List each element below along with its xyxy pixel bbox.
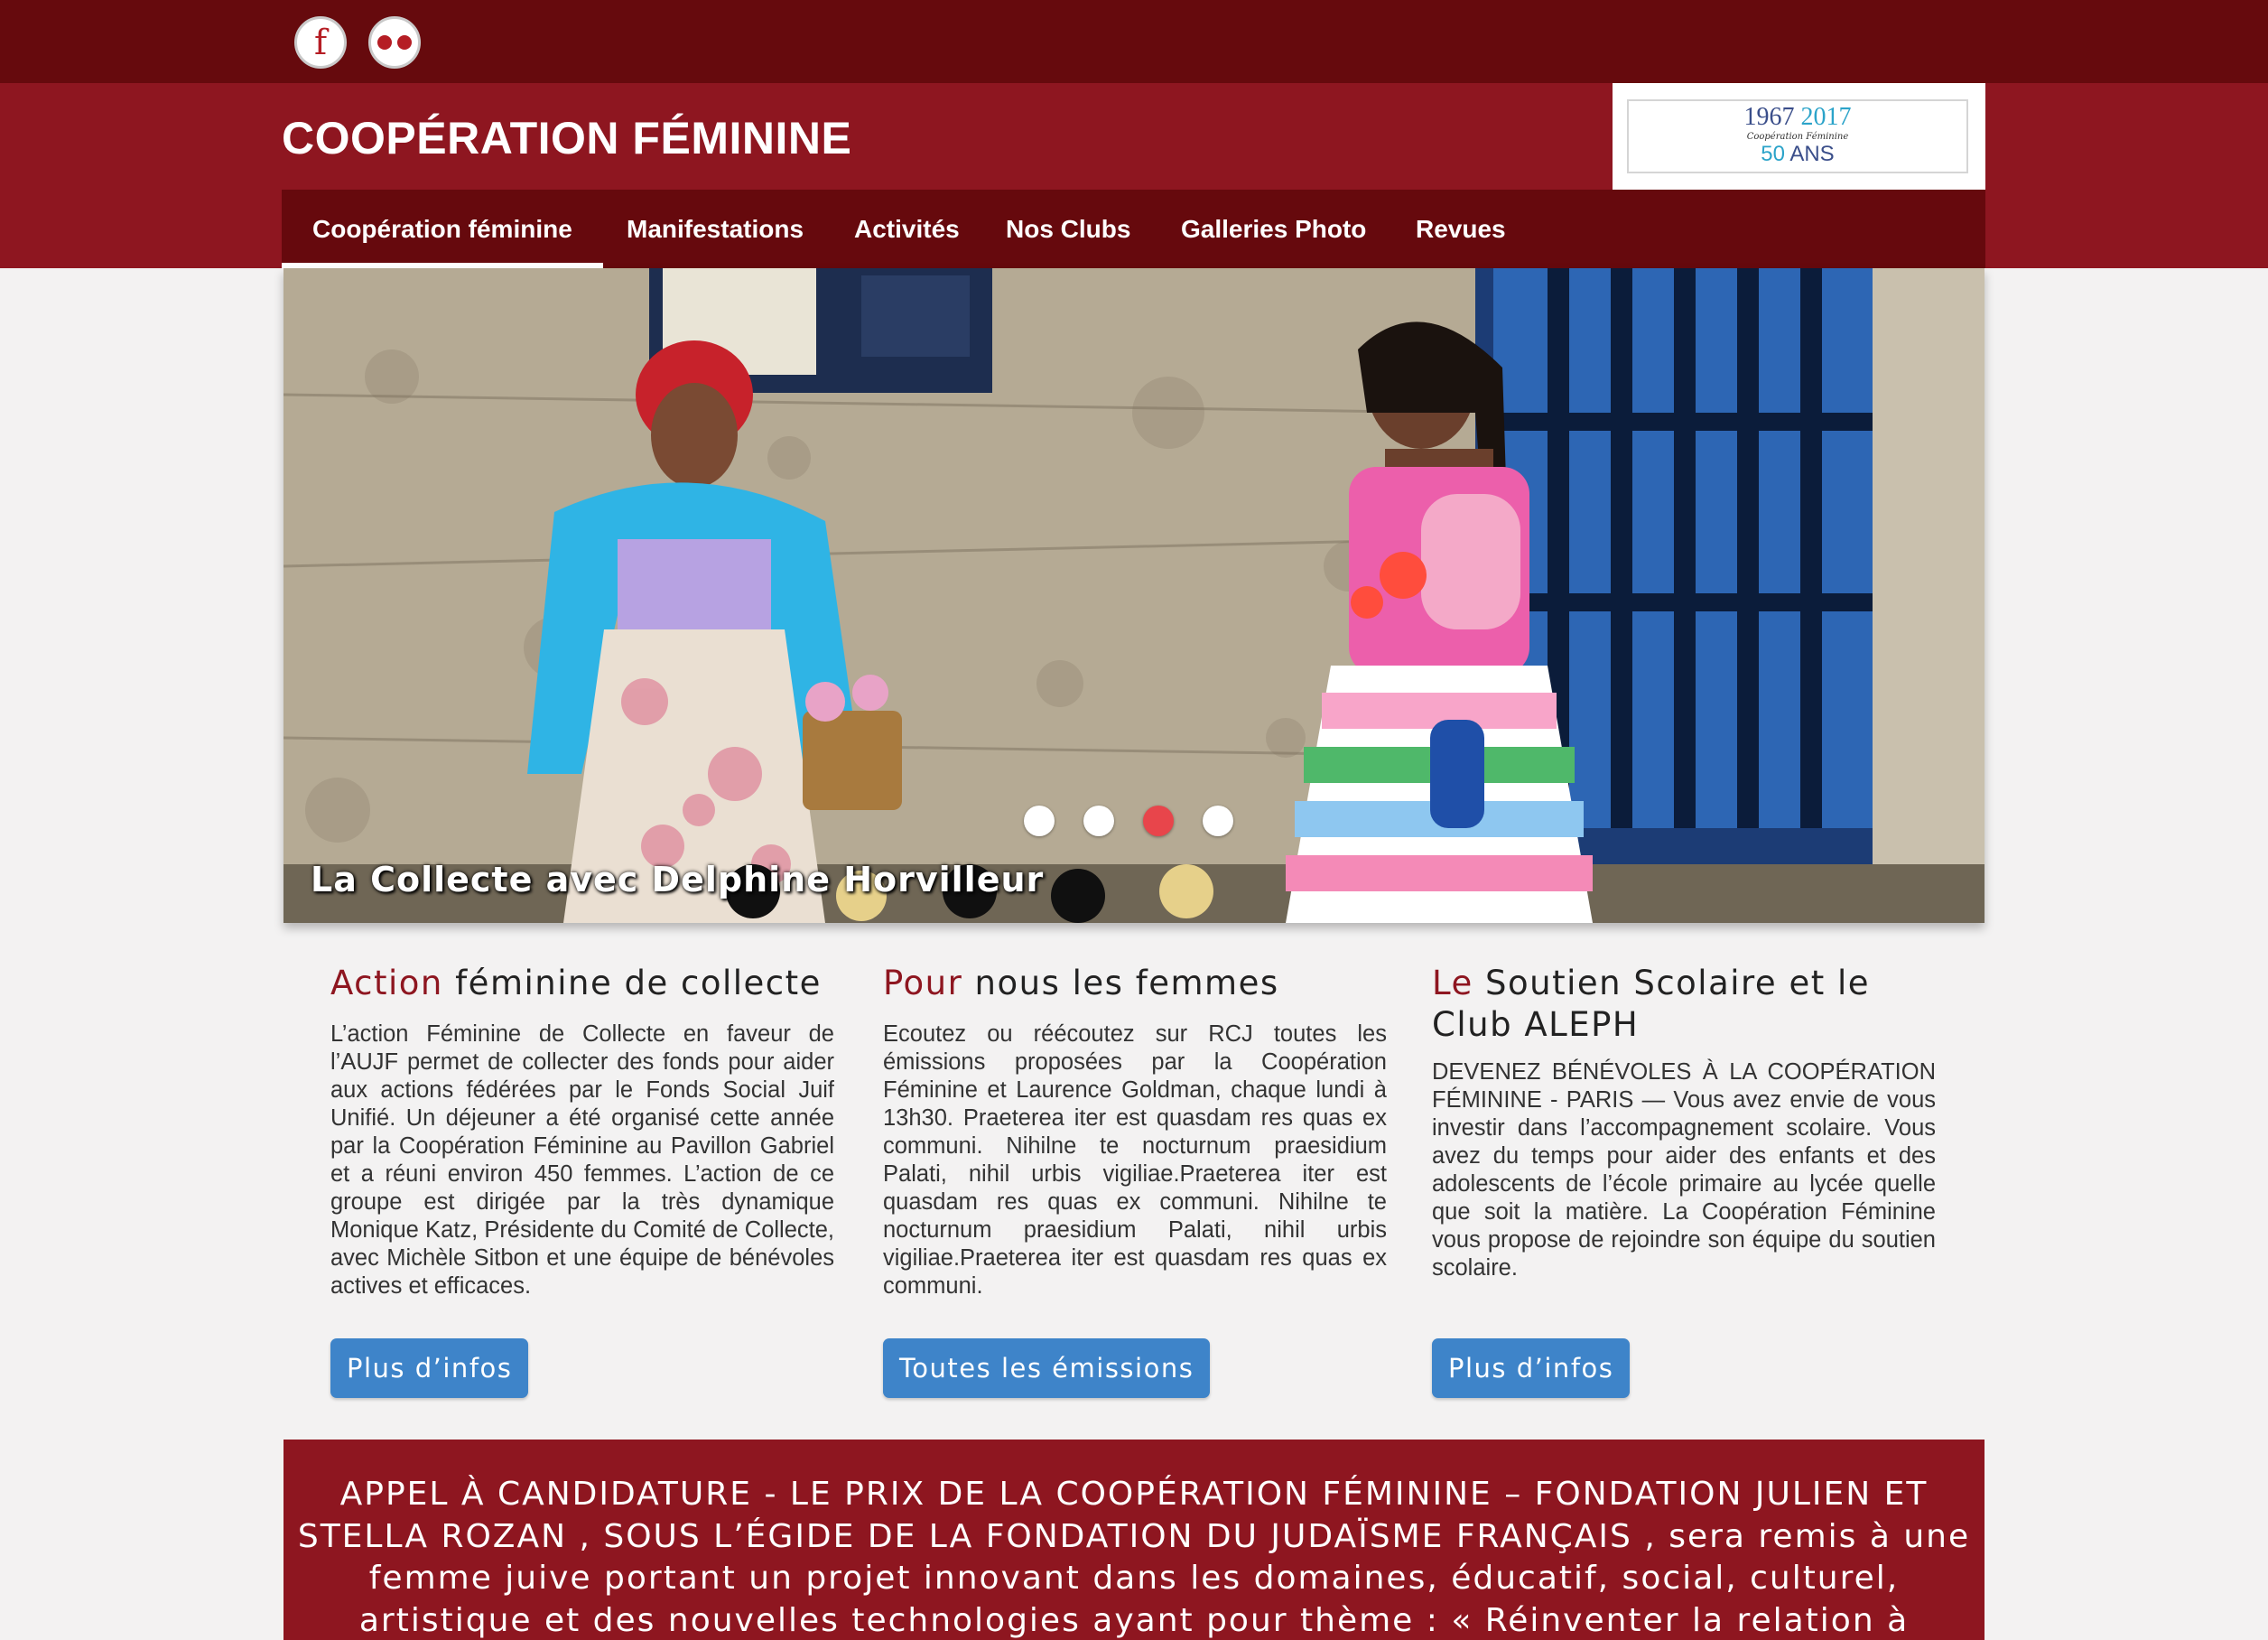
announcement-text: APPEL À CANDIDATURE - LE PRIX DE LA COOP… xyxy=(297,1476,1971,1639)
flickr-dot-right xyxy=(397,35,412,50)
column-title-rest: nous les femmes xyxy=(962,964,1279,1002)
hero-slider[interactable]: La Collecte avec Delphine Horvilleur xyxy=(284,268,1984,923)
announcement-banner: APPEL À CANDIDATURE - LE PRIX DE LA COOP… xyxy=(284,1440,1984,1640)
column-title: Pour nous les femmes xyxy=(883,963,1387,1004)
column-title: Le Soutien Scolaire et le Club ALEPH xyxy=(1432,963,1936,1046)
nav-item-cooperation-feminine[interactable]: Coopération féminine xyxy=(282,190,603,268)
facebook-icon[interactable]: f xyxy=(294,16,347,69)
column-title-accent: Action xyxy=(330,964,443,1002)
column-title-accent: Le xyxy=(1432,964,1473,1002)
plus-infos-button-1[interactable]: Plus d’infos xyxy=(330,1338,529,1398)
plus-infos-button-3[interactable]: Plus d’infos xyxy=(1432,1338,1631,1398)
flickr-dot-left xyxy=(377,35,392,50)
logo-year-start: 1967 xyxy=(1743,103,1795,131)
column-body: Ecoutez ou réécoutez sur RCJ toutes les … xyxy=(883,1021,1387,1299)
logo-year-end: 2017 xyxy=(1800,103,1852,131)
slide-caption[interactable]: La Collecte avec Delphine Horvilleur xyxy=(311,860,1044,899)
nav-item-manifestations[interactable]: Manifestations xyxy=(627,190,804,268)
column-title-rest: Soutien Scolaire et le Club ALEPH xyxy=(1432,964,1871,1044)
logo-anniversary: 50 ANS xyxy=(1629,143,1966,166)
toutes-les-emissions-button[interactable]: Toutes les émissions xyxy=(883,1338,1211,1398)
slider-dot-4[interactable] xyxy=(1203,806,1233,836)
slider-dot-2[interactable] xyxy=(1083,806,1114,836)
column-title-accent: Pour xyxy=(883,964,963,1002)
column-body: L’action Féminine de Collecte en faveur … xyxy=(330,1021,834,1299)
logo-frame: 1967 2017 Coopération Féminine 50 ANS xyxy=(1627,99,1968,173)
column-soutien-scolaire: Le Soutien Scolaire et le Club ALEPH DEV… xyxy=(1432,963,1936,1282)
column-action-feminine: Action féminine de collecte L’action Fém… xyxy=(330,963,834,1300)
column-title-rest: féminine de collecte xyxy=(442,964,822,1002)
logo-anniversary-number: 50 xyxy=(1761,142,1785,166)
nav-item-galleries-photo[interactable]: Galleries Photo xyxy=(1181,190,1366,268)
nav-item-activites[interactable]: Activités xyxy=(854,190,960,268)
nav-item-revues[interactable]: Revues xyxy=(1416,190,1506,268)
slider-dot-3-active[interactable] xyxy=(1143,806,1174,836)
column-title: Action féminine de collecte xyxy=(330,963,834,1004)
anniversary-logo[interactable]: 1967 2017 Coopération Féminine 50 ANS xyxy=(1613,83,1985,190)
flickr-icon[interactable] xyxy=(368,16,421,69)
slider-dot-1[interactable] xyxy=(1024,806,1055,836)
facebook-glyph: f xyxy=(313,23,328,62)
site-title[interactable]: COOPÉRATION FÉMININE xyxy=(282,112,851,164)
main-nav: Coopération féminine Manifestations Acti… xyxy=(282,190,1985,268)
column-pour-nous-les-femmes: Pour nous les femmes Ecoutez ou réécoute… xyxy=(883,963,1387,1300)
nav-item-nos-clubs[interactable]: Nos Clubs xyxy=(1006,190,1130,268)
logo-years: 1967 2017 xyxy=(1629,103,1966,132)
logo-anniversary-word: ANS xyxy=(1789,142,1835,166)
slider-pagination xyxy=(1024,806,1233,836)
column-body: DEVENEZ BÉNÉVOLES À LA COOPÉRATION FÉMIN… xyxy=(1432,1059,1936,1281)
